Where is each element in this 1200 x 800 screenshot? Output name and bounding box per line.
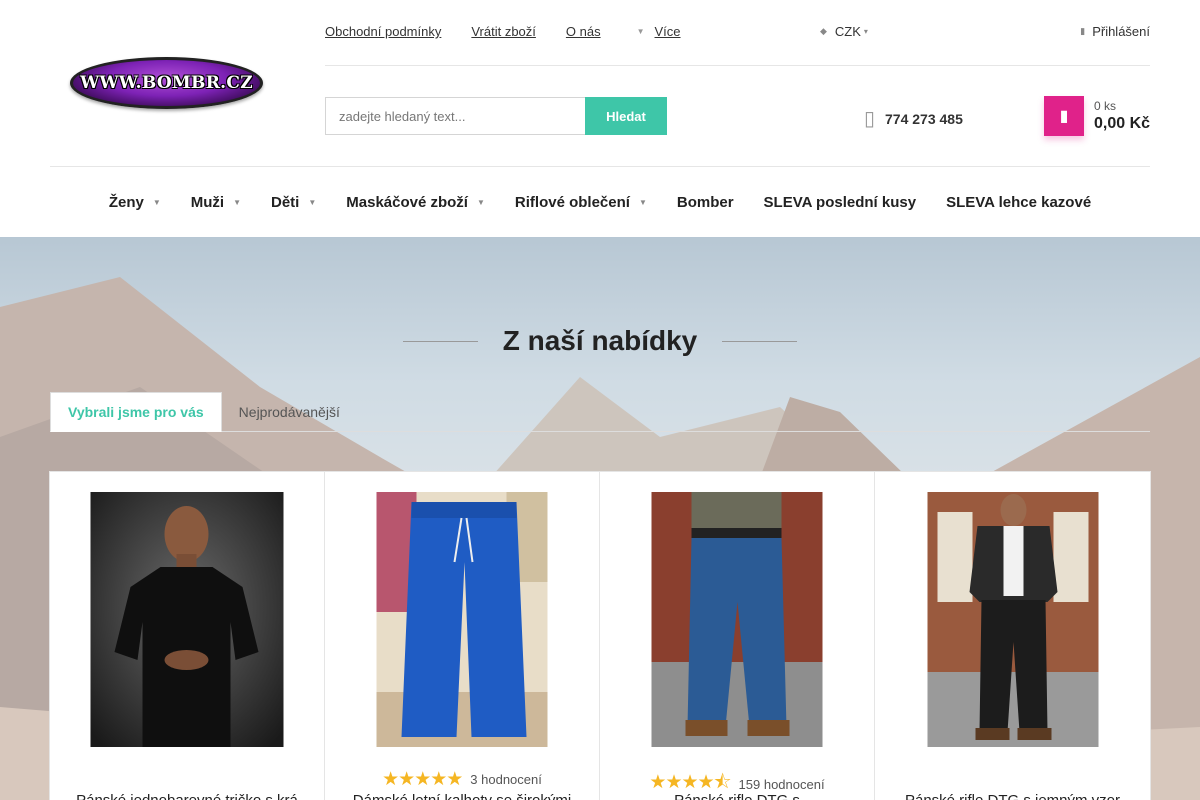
nav-label: SLEVA poslední kusy <box>763 193 917 211</box>
nav-label: Maskáčové zboží <box>346 193 468 211</box>
link-about[interactable]: O nás <box>566 24 601 39</box>
product-rating: ★★★★★ 3 hodnocení <box>325 768 599 791</box>
product-image[interactable] <box>376 492 548 747</box>
logo-text: WWW.BOMBR.CZ <box>80 73 253 93</box>
tab-selected-for-you[interactable]: Vybrali jsme pro vás <box>50 392 222 432</box>
nav-item-bomber[interactable]: Bomber <box>677 194 734 211</box>
product-card[interactable]: ★★★★⯪ 159 hodnocení Pánské rifle DTG s <box>600 472 875 800</box>
user-icon: ▮ <box>1080 26 1086 36</box>
product-name[interactable]: Pánské rifle DTG s <box>610 792 864 800</box>
main-navigation: Ženy ▼ Muži ▼ Děti ▼ Maskáčové zboží ▼ R… <box>0 167 1200 237</box>
nav-label: SLEVA lehce kazové <box>946 193 1092 211</box>
currency-icon: ◆ <box>820 26 827 36</box>
product-card[interactable]: Pánské jednobarevné tričko s krá <box>50 472 325 800</box>
chevron-down-icon: ▾ <box>863 27 868 36</box>
login-label: Přihlášení <box>1092 24 1150 39</box>
nav-item-muzi[interactable]: Muži ▼ <box>191 194 241 211</box>
link-more[interactable]: Více <box>655 24 681 39</box>
nav-item-deti[interactable]: Děti ▼ <box>271 194 316 211</box>
divider <box>325 65 1150 66</box>
nav-item-sleva-lehce-kazove[interactable]: SLEVA lehce kazové <box>946 194 1091 211</box>
nav-label: Děti <box>271 193 300 211</box>
product-image[interactable] <box>90 492 284 747</box>
chevron-down-icon: ▼ <box>152 197 161 207</box>
nav-label: Muži <box>190 193 225 211</box>
phone-contact[interactable]: ▯ 774 273 485 <box>864 106 963 131</box>
review-count[interactable]: 159 hodnocení <box>739 777 825 792</box>
chevron-down-icon: ▼ <box>636 27 645 36</box>
more-menu[interactable]: ▼ Více <box>631 24 711 39</box>
product-name[interactable]: Pánské jednobarevné tričko s krá <box>60 792 314 800</box>
rating-stars: ★★★★★ <box>382 769 463 790</box>
search-form: Hledat <box>325 97 667 135</box>
product-card[interactable]: Pánské rifle DTG s jemným vzor <box>875 472 1150 800</box>
cart-icon: ▮ <box>1059 108 1069 125</box>
title-line-right <box>721 340 797 342</box>
nav-label: Bomber <box>676 193 734 211</box>
featured-section: Z naší nabídky Vybrali jsme pro vás Nejp… <box>0 237 1200 800</box>
product-name[interactable]: Dámské letní kalhoty se širokými <box>335 792 589 800</box>
review-count[interactable]: 3 hodnocení <box>470 772 542 787</box>
search-button[interactable]: Hledat <box>585 97 667 135</box>
cart-total: 0,00 Kč <box>1094 115 1151 132</box>
top-links: Obchodní podmínky Vrátit zboží O nás ▼ V… <box>325 24 711 39</box>
phone-number: 774 273 485 <box>885 110 963 127</box>
cart-button[interactable]: ▮ <box>1044 96 1084 136</box>
product-card[interactable]: ★★★★★ 3 hodnocení Dámské letní kalhoty s… <box>325 472 600 800</box>
currency-label: CZK <box>834 24 861 39</box>
nav-item-sleva-posledni-kusy[interactable]: SLEVA poslední kusy <box>764 194 917 211</box>
chevron-down-icon: ▼ <box>308 197 317 207</box>
logo-badge: WWW.BOMBR.CZ <box>70 57 263 109</box>
cart-summary: 0 ks 0,00 Kč <box>1094 99 1150 133</box>
currency-selector[interactable]: ◆ CZK ▾ <box>820 24 868 39</box>
nav-item-zeny[interactable]: Ženy ▼ <box>109 194 161 211</box>
nav-label: Ženy <box>108 193 144 211</box>
login-link[interactable]: ▮ Přihlášení <box>1080 24 1150 39</box>
chevron-down-icon: ▼ <box>638 197 647 207</box>
product-image[interactable] <box>651 492 823 747</box>
tab-bestsellers[interactable]: Nejprodávanější <box>222 392 357 432</box>
search-input[interactable] <box>325 97 585 135</box>
product-image[interactable] <box>927 492 1098 747</box>
cart-count: 0 ks <box>1094 99 1117 113</box>
product-tabs: Vybrali jsme pro vás Nejprodávanější <box>50 392 1150 432</box>
logo[interactable]: WWW.BOMBR.CZ <box>70 57 263 109</box>
section-heading: Z naší nabídky <box>0 325 1200 357</box>
link-returns[interactable]: Vrátit zboží <box>471 24 536 39</box>
chevron-down-icon: ▼ <box>233 197 241 207</box>
nav-label: Riflové oblečení <box>514 193 630 211</box>
section-title: Z naší nabídky <box>502 325 698 356</box>
link-terms[interactable]: Obchodní podmínky <box>325 24 441 39</box>
chevron-down-icon: ▼ <box>476 197 485 207</box>
cart[interactable]: ▮ 0 ks 0,00 Kč <box>1044 96 1150 136</box>
title-line-left <box>403 340 479 342</box>
phone-icon: ▯ <box>864 108 876 130</box>
product-list: Pánské jednobarevné tričko s krá ★★★★★ 3… <box>49 471 1151 800</box>
nav-item-riflove-obleceni[interactable]: Riflové oblečení ▼ <box>515 194 647 211</box>
nav-item-maskacove-zbozi[interactable]: Maskáčové zboží ▼ <box>346 194 485 211</box>
product-name[interactable]: Pánské rifle DTG s jemným vzor <box>885 792 1140 800</box>
